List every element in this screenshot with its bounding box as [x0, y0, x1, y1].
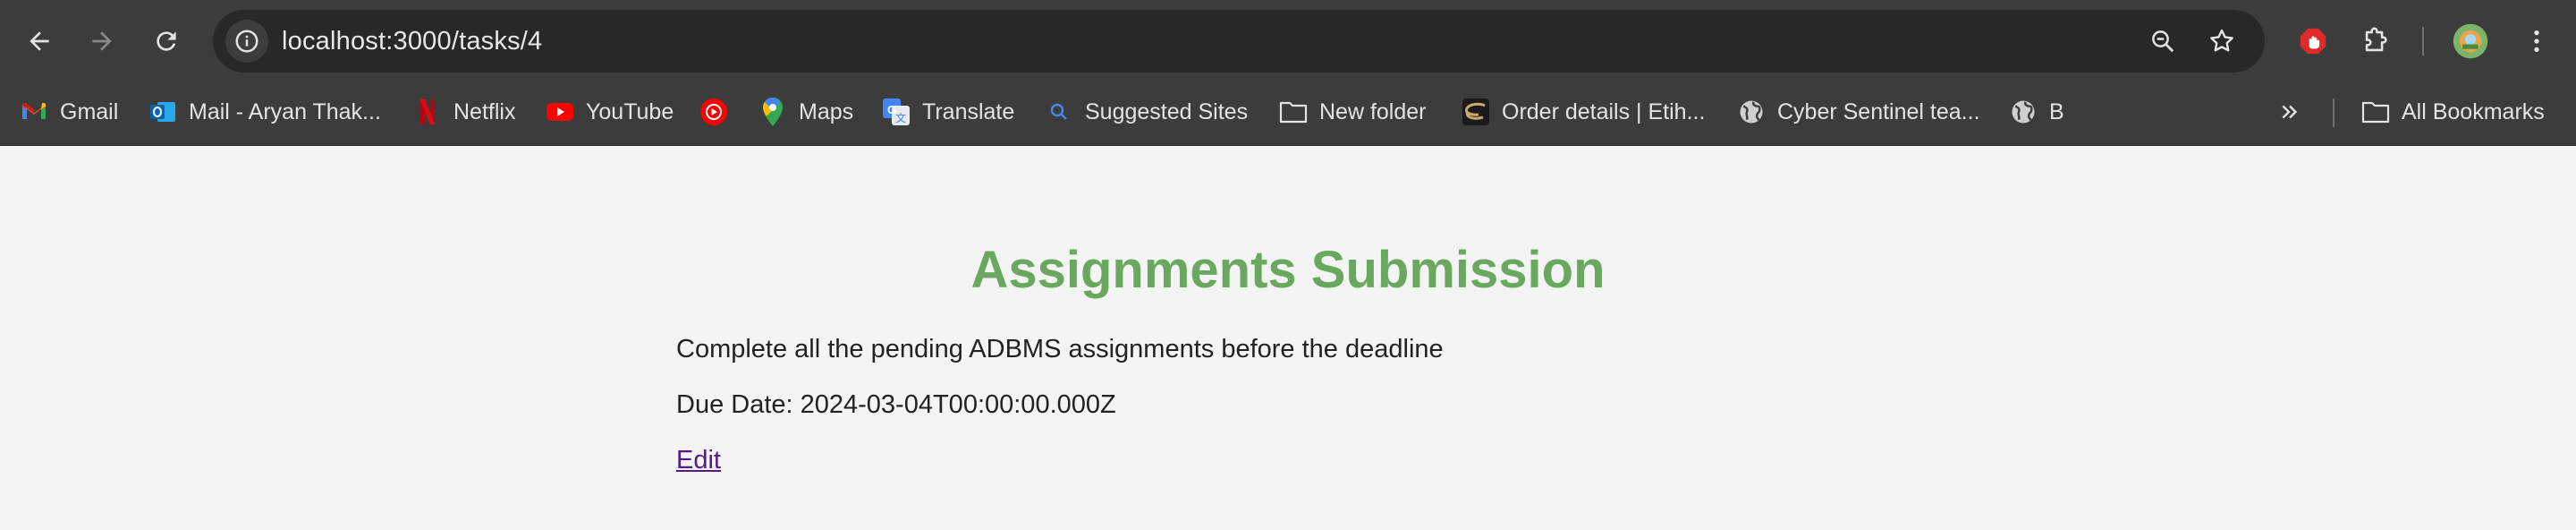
netflix-icon	[413, 98, 442, 126]
site-info-button[interactable]	[225, 20, 268, 63]
bookmark-label: Order details | Etih...	[1502, 98, 1706, 124]
bookmark-label: YouTube	[586, 98, 674, 124]
bookmark-label: Maps	[799, 98, 854, 124]
profile-avatar[interactable]	[2449, 20, 2492, 63]
adblock-extension[interactable]	[2292, 20, 2334, 63]
bookmark-label: Gmail	[60, 98, 119, 124]
bookmarks-divider	[2333, 98, 2334, 127]
youtube-music-icon	[699, 98, 728, 126]
zoom-out-icon	[2152, 30, 2174, 53]
task-description: Complete all the pending ADBMS assignmen…	[676, 335, 1444, 363]
bookmark-b[interactable]: B	[2009, 82, 2064, 141]
bookmark-label: New folder	[1319, 98, 1427, 124]
outlook-icon	[148, 98, 177, 126]
bookmark-star-button[interactable]	[2204, 23, 2240, 59]
gmail-icon	[20, 98, 48, 126]
bookmark-label: Suggested Sites	[1085, 98, 1249, 124]
bookmark-outlook[interactable]: Mail - Aryan Thak...	[148, 82, 381, 141]
all-bookmarks-button[interactable]: All Bookmarks	[2361, 82, 2545, 141]
globe-icon	[1737, 98, 1766, 126]
puzzle-icon	[2365, 27, 2387, 52]
avatar-icon	[2453, 23, 2488, 59]
bookmark-youtube-music[interactable]	[699, 82, 728, 141]
more-bookmarks-button[interactable]	[2275, 82, 2304, 141]
bookmark-label: Mail - Aryan Thak...	[189, 98, 381, 124]
etihad-icon	[1462, 98, 1490, 126]
globe-icon	[2009, 98, 2038, 126]
translate-icon: G文	[882, 98, 911, 126]
chevron-double-right-icon	[2275, 98, 2304, 126]
back-button[interactable]	[14, 16, 64, 66]
bookmark-suggested-sites[interactable]: Suggested Sites	[1045, 82, 1248, 141]
bookmark-maps[interactable]: Maps	[758, 82, 853, 141]
reload-button[interactable]	[141, 16, 191, 66]
adblock-icon	[2300, 28, 2326, 55]
toolbar-divider	[2422, 27, 2424, 56]
folder-icon	[2361, 98, 2390, 126]
chrome-menu-button[interactable]	[2515, 20, 2558, 63]
browser-toolbar: localhost:3000/tasks/4	[0, 0, 2576, 82]
info-icon	[235, 30, 258, 53]
zoom-button[interactable]	[2145, 23, 2181, 59]
bookmark-etihad[interactable]: Order details | Etih...	[1462, 82, 1705, 141]
forward-button[interactable]	[77, 16, 127, 66]
search-icon	[1045, 98, 1073, 126]
bookmark-youtube[interactable]: YouTube	[546, 82, 674, 141]
bookmarks-bar: Gmail Mail - Aryan Thak... Netflix YouTu…	[0, 82, 2576, 146]
page-title: Assignments Submission	[970, 241, 1606, 299]
bookmark-new-folder[interactable]: New folder	[1279, 82, 1427, 141]
address-bar[interactable]: localhost:3000/tasks/4	[213, 10, 2265, 73]
bookmark-translate[interactable]: G文 Translate	[882, 82, 1014, 141]
forward-arrow-icon	[92, 31, 112, 51]
edit-link[interactable]: Edit	[676, 446, 721, 475]
star-icon	[2210, 29, 2233, 52]
reload-icon	[157, 31, 176, 51]
folder-icon	[1279, 98, 1308, 126]
back-arrow-icon	[30, 31, 49, 51]
bookmark-cyber-sentinel[interactable]: Cyber Sentinel tea...	[1737, 82, 1980, 141]
bookmark-label: Netflix	[453, 98, 516, 124]
task-due-date: Due Date: 2024-03-04T00:00:00.000Z	[676, 390, 1116, 419]
kebab-menu-icon	[2534, 30, 2539, 52]
bookmark-label: B	[2049, 98, 2064, 124]
all-bookmarks-label: All Bookmarks	[2402, 98, 2545, 124]
bookmark-gmail[interactable]: Gmail	[20, 82, 118, 141]
svg-text:文: 文	[895, 111, 906, 124]
youtube-icon	[546, 98, 574, 126]
maps-icon	[758, 98, 787, 126]
bookmark-label: Cyber Sentinel tea...	[1777, 98, 1980, 124]
bookmark-netflix[interactable]: Netflix	[413, 82, 515, 141]
url-text[interactable]: localhost:3000/tasks/4	[282, 10, 542, 73]
bookmark-label: Translate	[922, 98, 1015, 124]
extensions-button[interactable]	[2354, 20, 2397, 63]
